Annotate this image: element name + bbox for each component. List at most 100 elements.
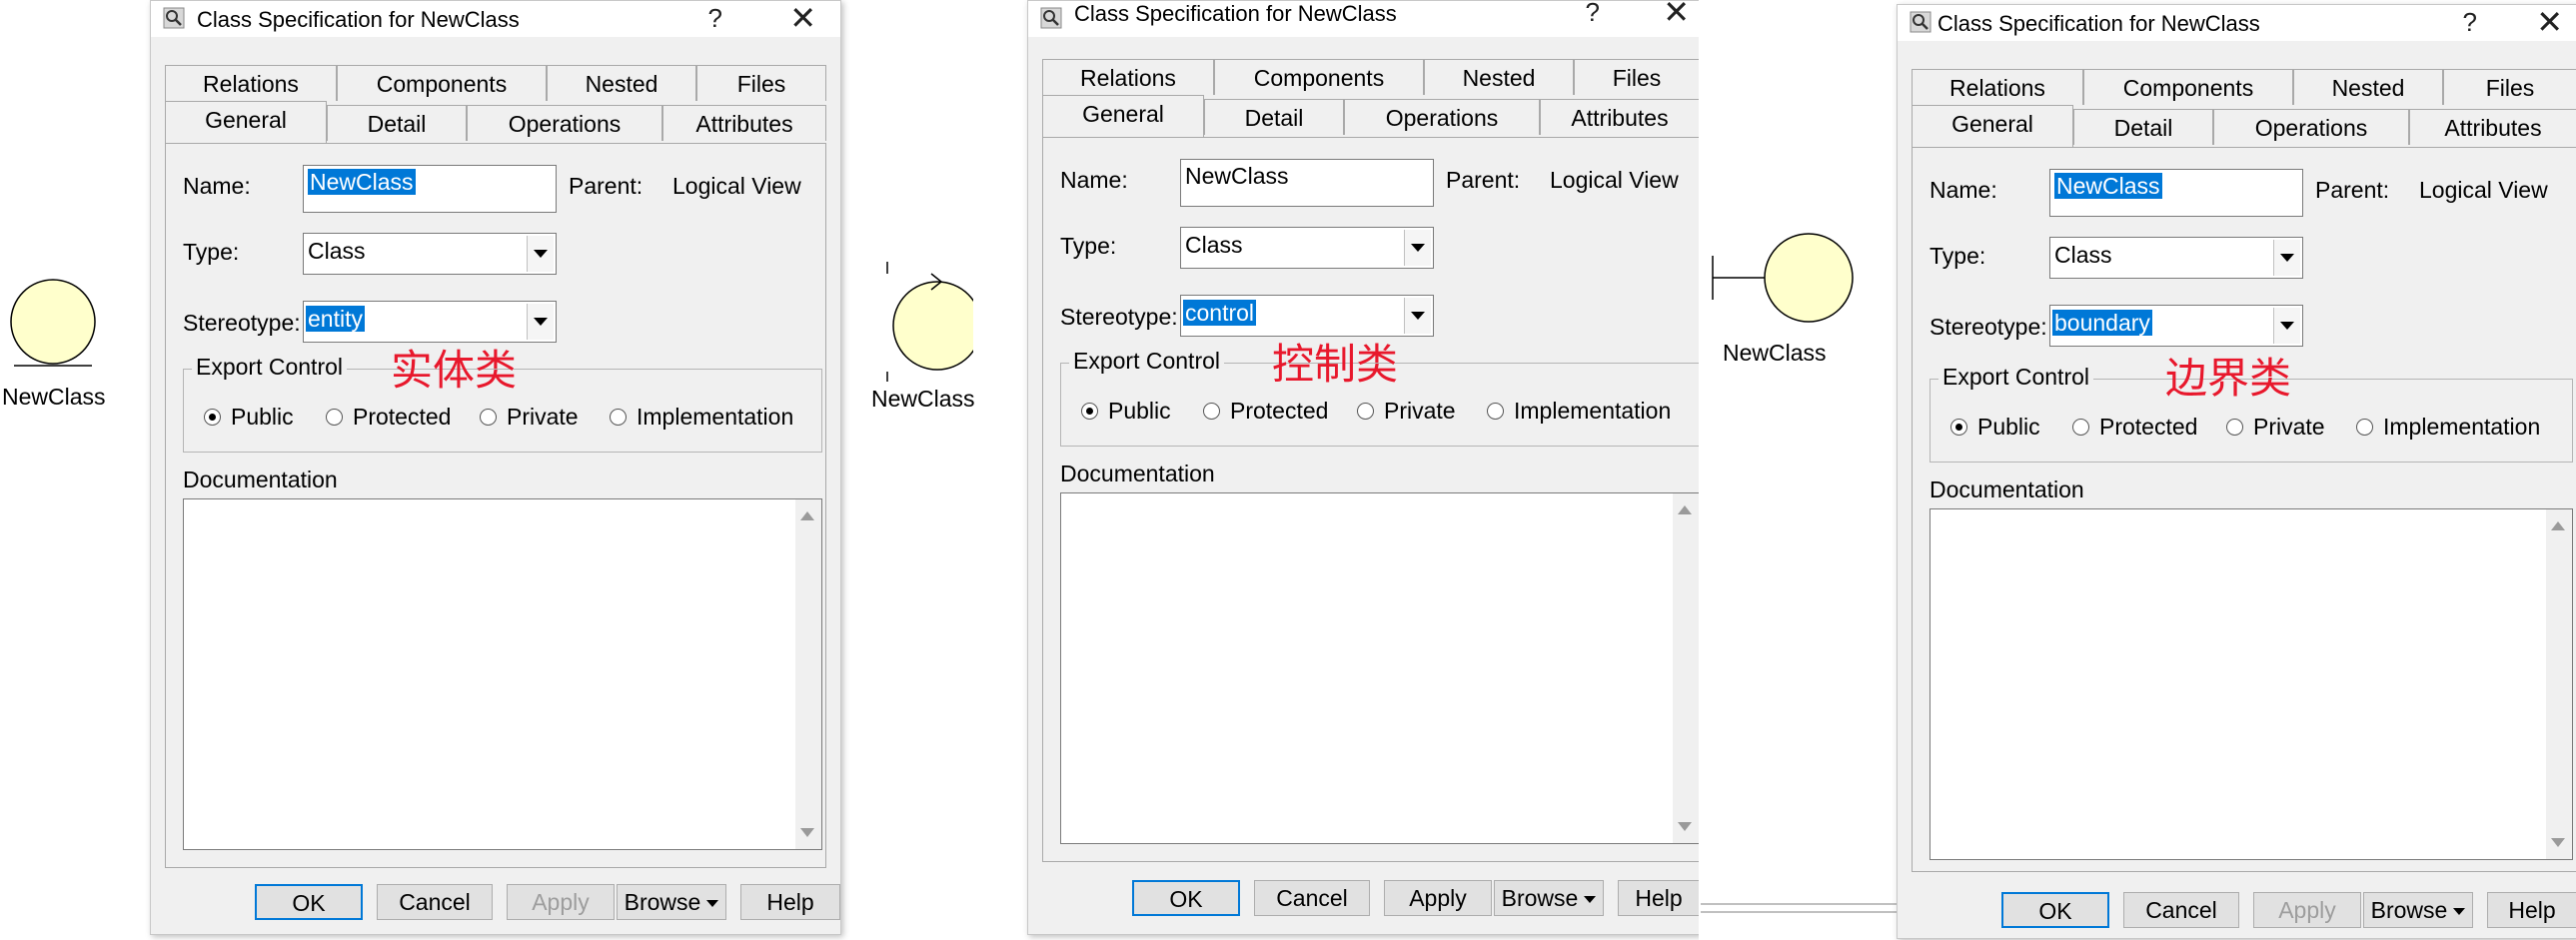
magnifier-icon bbox=[1040, 7, 1062, 29]
title-bar[interactable]: Class Specification for NewClass ? ✕ bbox=[1028, 0, 1699, 37]
tab-operations[interactable]: Operations bbox=[467, 105, 662, 141]
tab-operations[interactable]: Operations bbox=[1344, 99, 1540, 135]
name-value: NewClass bbox=[1185, 163, 1289, 189]
diagram-class-label: NewClass bbox=[1723, 340, 1827, 366]
tab-components[interactable]: Components bbox=[1214, 59, 1424, 95]
type-dropdown[interactable]: Class bbox=[1180, 227, 1434, 269]
scrollbar[interactable] bbox=[2546, 509, 2572, 859]
parent-label: Parent: bbox=[569, 173, 644, 199]
dialog-title: Class Specification for NewClass bbox=[1074, 1, 1397, 26]
tab-general[interactable]: General bbox=[1912, 105, 2073, 147]
entity-class-icon[interactable] bbox=[8, 278, 98, 368]
cancel-button[interactable]: Cancel bbox=[2123, 892, 2239, 928]
close-icon[interactable]: ✕ bbox=[1663, 0, 1690, 31]
type-dropdown[interactable]: Class bbox=[2049, 237, 2303, 279]
chevron-down-icon[interactable] bbox=[527, 236, 554, 272]
tab-nested[interactable]: Nested bbox=[2293, 69, 2443, 105]
radio-protected[interactable]: Protected bbox=[1203, 398, 1328, 425]
tab-attributes[interactable]: Attributes bbox=[2409, 109, 2576, 145]
documentation-textarea[interactable] bbox=[183, 498, 822, 850]
tab-nested[interactable]: Nested bbox=[1424, 59, 1574, 95]
help-icon[interactable]: ? bbox=[1586, 0, 1600, 28]
radio-icon bbox=[2356, 419, 2373, 436]
title-bar[interactable]: Class Specification for NewClass ? ✕ bbox=[1898, 3, 2576, 41]
close-icon[interactable]: ✕ bbox=[789, 0, 816, 37]
close-icon[interactable]: ✕ bbox=[2536, 3, 2563, 41]
tab-relations[interactable]: Relations bbox=[1912, 69, 2083, 105]
tab-attributes[interactable]: Attributes bbox=[1540, 99, 1699, 135]
radio-implementation[interactable]: Implementation bbox=[2356, 414, 2540, 441]
radio-implementation[interactable]: Implementation bbox=[610, 404, 793, 431]
ok-button[interactable]: OK bbox=[1132, 880, 1240, 916]
tab-operations[interactable]: Operations bbox=[2213, 109, 2409, 145]
name-label: Name: bbox=[1060, 167, 1128, 193]
name-field[interactable]: NewClass bbox=[1180, 159, 1434, 207]
title-bar[interactable]: Class Specification for NewClass ? ✕ bbox=[151, 0, 840, 37]
name-field[interactable]: NewClass bbox=[303, 165, 557, 213]
tab-components[interactable]: Components bbox=[2083, 69, 2293, 105]
cancel-button[interactable]: Cancel bbox=[377, 884, 493, 920]
cancel-button[interactable]: Cancel bbox=[1254, 880, 1370, 916]
tab-general[interactable]: General bbox=[1042, 95, 1204, 137]
chevron-down-icon[interactable] bbox=[1404, 230, 1431, 266]
tab-files[interactable]: Files bbox=[2443, 69, 2576, 105]
chevron-down-icon[interactable] bbox=[1404, 298, 1431, 334]
help-button[interactable]: Help bbox=[740, 884, 840, 920]
tab-components[interactable]: Components bbox=[337, 65, 547, 101]
scroll-up-icon[interactable] bbox=[2551, 521, 2565, 530]
radio-protected[interactable]: Protected bbox=[326, 404, 451, 431]
export-control-label: Export Control bbox=[1938, 364, 2094, 391]
stereotype-dropdown[interactable]: boundary bbox=[2049, 305, 2303, 347]
browse-button[interactable]: Browse bbox=[617, 884, 726, 920]
tab-general[interactable]: General bbox=[165, 101, 327, 143]
tab-relations[interactable]: Relations bbox=[165, 65, 337, 101]
documentation-textarea[interactable] bbox=[1060, 492, 1699, 844]
scroll-down-icon[interactable] bbox=[1678, 822, 1692, 831]
browse-button[interactable]: Browse bbox=[1494, 880, 1604, 916]
chevron-down-icon[interactable] bbox=[2273, 240, 2300, 276]
browse-button[interactable]: Browse bbox=[2363, 892, 2473, 928]
radio-public[interactable]: Public bbox=[1950, 414, 2040, 441]
diagram-scrollbar[interactable] bbox=[1701, 903, 1901, 905]
scroll-up-icon[interactable] bbox=[800, 511, 814, 520]
radio-public[interactable]: Public bbox=[1081, 398, 1171, 425]
scrollbar[interactable] bbox=[1673, 493, 1699, 843]
documentation-textarea[interactable] bbox=[1930, 508, 2573, 860]
tab-detail[interactable]: Detail bbox=[2073, 109, 2213, 145]
ok-button[interactable]: OK bbox=[255, 884, 363, 920]
tab-attributes[interactable]: Attributes bbox=[662, 105, 826, 141]
documentation-label: Documentation bbox=[183, 467, 338, 492]
help-icon[interactable]: ? bbox=[2463, 7, 2477, 38]
control-class-icon[interactable] bbox=[873, 260, 973, 384]
tab-files[interactable]: Files bbox=[696, 65, 826, 101]
help-button[interactable]: Help bbox=[1618, 880, 1699, 916]
radio-private[interactable]: Private bbox=[480, 404, 579, 431]
chevron-down-icon[interactable] bbox=[2273, 308, 2300, 344]
tab-nested[interactable]: Nested bbox=[547, 65, 696, 101]
tab-relations[interactable]: Relations bbox=[1042, 59, 1214, 95]
radio-private[interactable]: Private bbox=[1357, 398, 1456, 425]
radio-protected[interactable]: Protected bbox=[2072, 414, 2197, 441]
help-icon[interactable]: ? bbox=[708, 3, 722, 34]
tab-detail[interactable]: Detail bbox=[327, 105, 467, 141]
ok-button[interactable]: OK bbox=[2001, 892, 2109, 928]
tab-files[interactable]: Files bbox=[1574, 59, 1699, 95]
boundary-class-icon[interactable] bbox=[1709, 232, 1859, 326]
apply-button[interactable]: Apply bbox=[2253, 892, 2361, 928]
help-button[interactable]: Help bbox=[2487, 892, 2576, 928]
type-dropdown[interactable]: Class bbox=[303, 233, 557, 275]
chevron-down-icon[interactable] bbox=[527, 304, 554, 340]
radio-private[interactable]: Private bbox=[2226, 414, 2325, 441]
apply-button[interactable]: Apply bbox=[1384, 880, 1492, 916]
apply-button[interactable]: Apply bbox=[507, 884, 615, 920]
scrollbar[interactable] bbox=[795, 499, 821, 849]
tab-detail[interactable]: Detail bbox=[1204, 99, 1344, 135]
name-field[interactable]: NewClass bbox=[2049, 169, 2303, 217]
radio-implementation[interactable]: Implementation bbox=[1487, 398, 1671, 425]
dialog-title: Class Specification for NewClass bbox=[1937, 11, 2260, 36]
parent-label: Parent: bbox=[2315, 177, 2390, 203]
radio-public[interactable]: Public bbox=[204, 404, 294, 431]
scroll-down-icon[interactable] bbox=[2551, 838, 2565, 847]
scroll-down-icon[interactable] bbox=[800, 828, 814, 837]
scroll-up-icon[interactable] bbox=[1678, 505, 1692, 514]
